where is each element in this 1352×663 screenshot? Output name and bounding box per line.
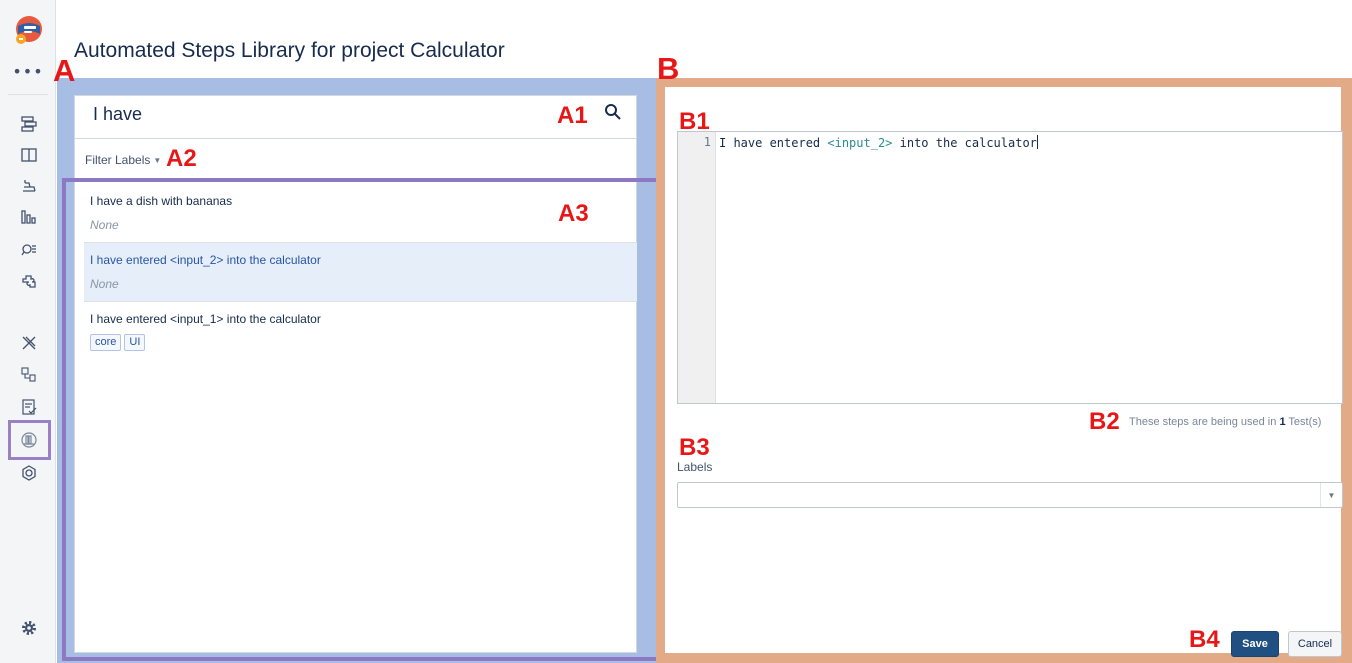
step-labels-none: None xyxy=(90,218,119,232)
settings-icon[interactable] xyxy=(20,619,38,637)
issues-search-icon[interactable] xyxy=(20,240,38,258)
left-navigation: ••• xyxy=(0,0,56,663)
search-input[interactable]: I have xyxy=(93,104,142,125)
test-repository-icon[interactable] xyxy=(20,366,38,384)
board-icon[interactable] xyxy=(20,146,38,164)
xray-icon[interactable] xyxy=(20,334,38,352)
steps-list: I have a dish with bananas None I have e… xyxy=(84,184,637,361)
step-labels-none: None xyxy=(90,277,119,291)
more-icon[interactable]: ••• xyxy=(0,62,56,81)
annotation-a3: A3 xyxy=(558,200,589,227)
labels-caption: Labels xyxy=(677,460,713,474)
annotation-a2: A2 xyxy=(166,145,197,172)
code-text: I have entered xyxy=(719,136,828,150)
filter-labels-dropdown[interactable]: Filter Labels ▼ xyxy=(85,153,161,167)
search-divider xyxy=(75,138,636,139)
components-icon[interactable] xyxy=(20,273,38,291)
reports-icon[interactable] xyxy=(20,208,38,226)
annotation-b4: B4 xyxy=(1189,626,1220,653)
usage-prefix: These steps are being used in xyxy=(1129,416,1280,428)
annotation-a: A xyxy=(53,53,76,88)
step-code-editor[interactable]: 1 I have entered <input_2> into the calc… xyxy=(677,131,1343,404)
steps-library-icon[interactable] xyxy=(20,431,38,449)
usage-info: These steps are being used in 1 Test(s) xyxy=(1129,416,1321,428)
annotation-a1: A1 xyxy=(557,102,588,129)
add-ons-icon[interactable] xyxy=(20,464,38,482)
page-title: Automated Steps Library for project Calc… xyxy=(74,39,505,62)
chevron-down-icon: ▼ xyxy=(153,156,162,166)
annotation-b: B xyxy=(657,51,680,86)
code-text: into the calculator xyxy=(892,136,1037,150)
usage-suffix: Test(s) xyxy=(1285,416,1322,428)
cancel-button[interactable]: Cancel xyxy=(1288,631,1342,657)
text-cursor xyxy=(1036,135,1038,149)
code-variable: <input_2> xyxy=(827,136,893,150)
xray-logo-icon[interactable] xyxy=(12,14,44,46)
step-labels: core UI xyxy=(90,334,631,351)
nav-divider xyxy=(8,94,48,95)
annotation-b1: B1 xyxy=(679,108,710,135)
save-button[interactable]: Save xyxy=(1231,631,1279,657)
line-gutter: 1 xyxy=(678,132,716,403)
backlog-icon[interactable] xyxy=(20,115,38,133)
step-text: I have entered <input_1> into the calcul… xyxy=(90,312,321,326)
filter-labels-label: Filter Labels xyxy=(85,153,151,167)
line-number: 1 xyxy=(703,135,711,149)
step-text: I have entered <input_2> into the calcul… xyxy=(90,253,321,267)
search-icon[interactable] xyxy=(603,102,623,122)
list-item[interactable]: I have a dish with bananas None xyxy=(84,184,637,243)
step-text: I have a dish with bananas xyxy=(90,194,233,208)
label-tag[interactable]: UI xyxy=(124,334,146,351)
label-tag[interactable]: core xyxy=(90,334,122,351)
releases-icon[interactable] xyxy=(20,177,38,195)
annotation-b2: B2 xyxy=(1089,408,1120,435)
annotation-b3: B3 xyxy=(679,434,710,461)
chevron-down-icon[interactable]: ▼ xyxy=(1320,483,1342,507)
list-item-selected[interactable]: I have entered <input_2> into the calcul… xyxy=(84,243,637,302)
list-item[interactable]: I have entered <input_1> into the calcul… xyxy=(84,302,637,361)
code-line[interactable]: I have entered <input_2> into the calcul… xyxy=(719,135,1038,150)
labels-select[interactable]: ▼ xyxy=(677,482,1343,508)
test-plan-icon[interactable] xyxy=(20,398,38,416)
